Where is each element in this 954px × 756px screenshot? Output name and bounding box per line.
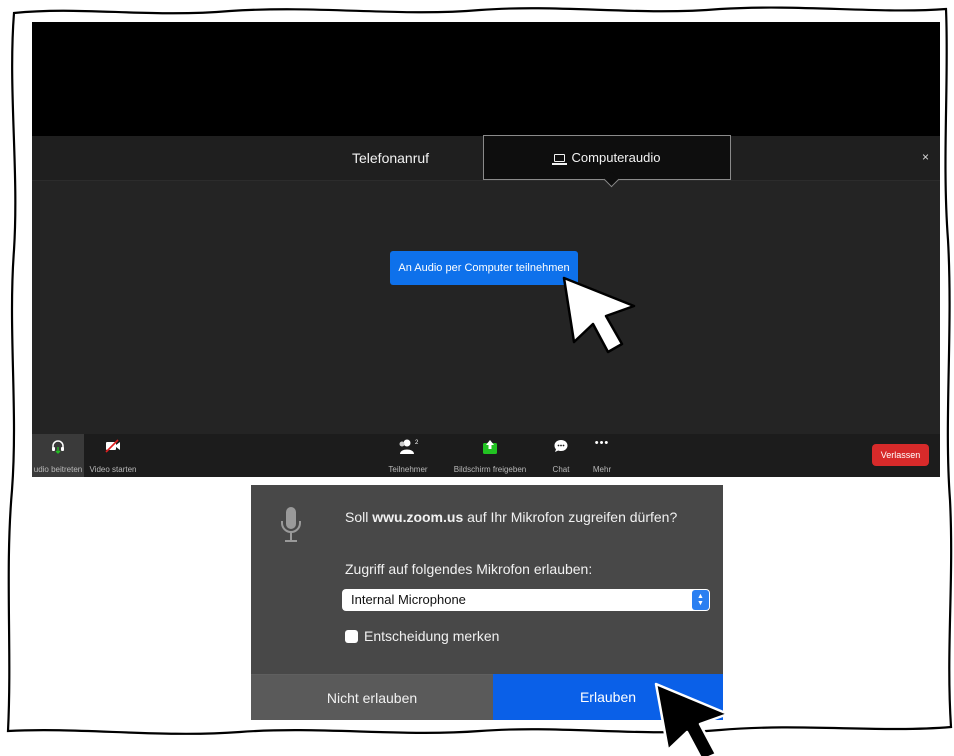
video-area bbox=[32, 22, 940, 136]
more-icon: ••• bbox=[594, 437, 610, 449]
microphone-select[interactable]: Internal Microphone ▲ ▼ bbox=[342, 589, 710, 611]
remember-decision-checkbox[interactable]: Entscheidung merken bbox=[345, 628, 499, 644]
meeting-toolbar: udio beitreten Video starten 2 Teilnehme… bbox=[32, 434, 940, 477]
participants-icon: 2 bbox=[399, 439, 419, 454]
participants-count: 2 bbox=[415, 440, 419, 446]
video-off-icon bbox=[105, 439, 120, 453]
share-screen-label: Bildschirm freigeben bbox=[453, 465, 527, 474]
permission-question: Soll wwu.zoom.us auf Ihr Mikrofon zugrei… bbox=[345, 509, 705, 526]
laptop-icon bbox=[551, 153, 567, 165]
tab-phone-call[interactable]: Telefonanruf bbox=[352, 150, 429, 166]
microphone-select-label: Zugriff auf folgendes Mikrofon erlauben: bbox=[345, 561, 593, 577]
join-audio-button[interactable]: udio beitreten bbox=[32, 434, 84, 477]
participants-label: Teilnehmer bbox=[388, 465, 428, 474]
allow-button[interactable]: Erlauben bbox=[493, 674, 723, 720]
share-screen-icon bbox=[483, 440, 497, 454]
start-video-button[interactable]: Video starten bbox=[84, 434, 142, 477]
question-prefix: Soll bbox=[345, 509, 373, 525]
more-button[interactable]: ••• Mehr bbox=[586, 434, 618, 477]
more-label: Mehr bbox=[592, 465, 612, 474]
share-screen-button[interactable]: Bildschirm freigeben bbox=[448, 434, 532, 477]
chat-label: Chat bbox=[552, 465, 570, 474]
tab-computer-audio-label: Computeraudio bbox=[571, 150, 661, 165]
question-suffix: auf Ihr Mikrofon zugreifen dürfen? bbox=[463, 509, 678, 525]
chat-button[interactable]: Chat bbox=[544, 434, 578, 477]
join-computer-audio-button[interactable]: An Audio per Computer teilnehmen bbox=[390, 251, 578, 285]
microphone-select-value: Internal Microphone bbox=[351, 592, 466, 607]
chevron-up-down-icon: ▲ ▼ bbox=[692, 590, 709, 610]
close-icon[interactable]: × bbox=[922, 150, 929, 164]
leave-meeting-button[interactable]: Verlassen bbox=[872, 444, 929, 466]
headphones-icon bbox=[52, 440, 64, 454]
chat-icon bbox=[554, 440, 568, 452]
deny-button[interactable]: Nicht erlauben bbox=[251, 674, 493, 720]
microphone-permission-dialog: Soll wwu.zoom.us auf Ihr Mikrofon zugrei… bbox=[251, 485, 723, 720]
join-audio-label: udio beitreten bbox=[33, 465, 83, 474]
start-video-label: Video starten bbox=[89, 465, 137, 474]
tab-computer-audio[interactable]: Computeraudio bbox=[483, 135, 731, 180]
checkbox-box[interactable] bbox=[345, 629, 358, 643]
microphone-icon bbox=[281, 507, 301, 542]
site-name: wwu.zoom.us bbox=[372, 509, 464, 525]
remember-decision-label: Entscheidung merken bbox=[364, 628, 500, 644]
zoom-window: Telefonanruf Computeraudio × An Audio pe… bbox=[32, 22, 940, 477]
participants-button[interactable]: 2 Teilnehmer bbox=[382, 434, 434, 477]
